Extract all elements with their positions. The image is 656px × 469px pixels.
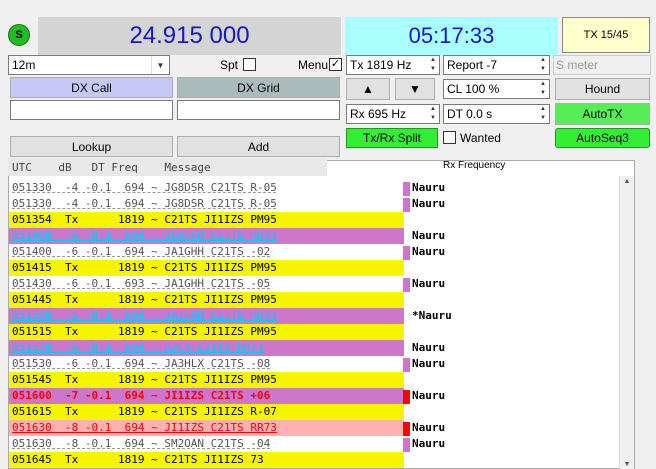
rx-marker-bar (403, 390, 410, 404)
rx-frequency-row: *Nauru (403, 308, 452, 324)
decode-row[interactable]: 051330 -4 -0.1 694 ~ JG8DSR C21TS R-05 (9, 196, 404, 212)
decode-row[interactable]: 051530 -6 -0.1 694 ~ R3CR C21TS RR73 (9, 340, 404, 356)
rx-frequency-row: Nauru (403, 340, 445, 356)
rx-marker-bar (403, 246, 410, 260)
rx-frequency-row: Nauru (403, 180, 445, 196)
spin-arrows-icon[interactable]: ▲ ▼ (427, 56, 439, 74)
decode-row[interactable]: 051600 -7 -0.1 694 ~ JI1IZS C21TS +06 (9, 388, 404, 404)
wanted-label: Wanted (460, 131, 501, 145)
hound-button[interactable]: Hound (555, 78, 650, 100)
cl-spinbox[interactable]: CL 100 % ▲ ▼ (443, 79, 550, 99)
dx-call-input[interactable] (10, 100, 173, 120)
dt-value: DT 0.0 s (447, 107, 493, 121)
rx-marker-bar (403, 422, 410, 436)
dial-frequency-display: 24.915 000 (38, 17, 341, 55)
entity-label: Nauru (412, 245, 446, 258)
scrollbar[interactable]: ▲ ▼ (619, 176, 634, 469)
rx-marker-bar (403, 278, 410, 292)
wanted-checkbox[interactable] (443, 131, 456, 144)
entity-label: Nauru (412, 197, 446, 210)
up-arrow-icon: ▲ (362, 82, 374, 96)
decode-row[interactable]: 051430 -6 -0.1 693 ~ JA1GHH C21TS -05 (9, 276, 404, 292)
dx-grid-label: DX Grid (177, 77, 340, 98)
down-arrow-icon: ▼ (409, 82, 421, 96)
decode-row[interactable]: 051330 -4 -0.1 694 ~ JG8DSR C21TS R-05 (9, 180, 404, 196)
menu-label: Menu (298, 58, 329, 72)
entity-label: Nauru (412, 277, 446, 290)
decode-row[interactable]: 051530 -6 -0.1 694 ~ JA3HLX C21TS -08 (9, 356, 404, 372)
cl-value: CL 100 % (447, 82, 500, 96)
rx-frequency-value: Rx 695 Hz (350, 107, 407, 121)
rx-frequency-header: Rx Frequency (443, 160, 506, 171)
autotx-button[interactable]: AutoTX (555, 103, 650, 125)
report-value: Report -7 (447, 58, 498, 72)
dt-spinbox[interactable]: DT 0.0 s ▲ ▼ (443, 104, 550, 124)
entity-label: Nauru (412, 437, 446, 450)
decode-row[interactable]: 051500 -5 -0.1 694 ~ JA1GHH C21TS RR73 (9, 308, 404, 324)
s-meter: S meter (553, 55, 651, 75)
rx-frequency-row: Nauru (403, 228, 445, 244)
rx-marker-bar (403, 438, 410, 452)
decode-row[interactable]: 051630 -8 -0.1 694 ~ JI1IZS C21TS RR73 (9, 420, 404, 436)
rx-frequency-row: Nauru (403, 436, 445, 452)
decode-row[interactable]: 051615 Tx 1819 ~ C21TS JI1IZS R-07 (9, 404, 404, 420)
rx-frequency-row: Nauru (403, 356, 445, 372)
entity-label: Nauru (412, 357, 446, 370)
entity-label: Nauru (412, 421, 446, 434)
band-select[interactable]: 12m ▼ (8, 55, 170, 75)
scroll-up-icon[interactable]: ▲ (620, 178, 634, 185)
lookup-button[interactable]: Lookup (10, 136, 173, 157)
tx-frequency-value: Tx 1819 Hz (350, 58, 412, 72)
tx-rx-split-button[interactable]: Tx/Rx Split (346, 128, 438, 148)
entity-label: Nauru (412, 341, 446, 354)
decode-row[interactable]: 051400 -6 -0.1 694 ~ JA1GHH C21TS -02 (9, 244, 404, 260)
spin-arrows-icon[interactable]: ▲ ▼ (537, 105, 549, 123)
entity-label: Nauru (412, 229, 446, 242)
spin-arrows-icon[interactable]: ▲ ▼ (537, 80, 549, 98)
decode-rows: 051330 -4 -0.1 694 ~ JG8DSR C21TS R-05 Na… (9, 180, 619, 469)
autoseq-button[interactable]: AutoSeq3 (555, 128, 650, 148)
decode-header: UTC dB DT Freq Message (8, 158, 327, 176)
rx-marker-bar (403, 198, 410, 212)
entity-label: *Nauru (412, 309, 452, 322)
tx-frequency-spinbox[interactable]: Tx 1819 Hz ▲ ▼ (346, 55, 440, 75)
spin-arrows-icon[interactable]: ▲ ▼ (427, 105, 439, 123)
band-value: 12m (12, 58, 36, 72)
rx-frequency-row: Nauru (403, 196, 445, 212)
menu-checkbox[interactable]: ✓ (329, 58, 342, 71)
decode-row[interactable]: 051645 Tx 1819 ~ C21TS JI1IZS 73 (9, 452, 404, 468)
dx-grid-input[interactable] (177, 100, 340, 120)
entity-label: Nauru (412, 181, 446, 194)
report-spinbox[interactable]: Report -7 ▲ ▼ (443, 55, 550, 75)
chevron-down-icon[interactable]: ▼ (151, 56, 169, 74)
decode-row[interactable]: 051400 -6 -0.1 694 ~ JG8DSR C21TS RR73 (9, 228, 404, 244)
rx-frequency-row: Nauru (403, 388, 445, 404)
down-arrow-button[interactable]: ▼ (395, 78, 435, 100)
rx-marker-bar (403, 182, 410, 196)
rx-marker-bar (403, 358, 410, 372)
dx-call-label: DX Call (10, 77, 173, 98)
up-arrow-button[interactable]: ▲ (346, 78, 390, 100)
add-button[interactable]: Add (177, 136, 340, 157)
entity-label: Nauru (412, 389, 446, 402)
spot-label: Spt (220, 58, 239, 72)
status-indicator: S (8, 24, 30, 46)
spin-arrows-icon[interactable]: ▲ ▼ (537, 56, 549, 74)
decode-row[interactable]: 051545 Tx 1819 ~ C21TS JI1IZS PM95 (9, 372, 404, 388)
decode-row[interactable]: 051415 Tx 1819 ~ C21TS JI1IZS PM95 (9, 260, 404, 276)
scroll-down-icon[interactable]: ▼ (620, 461, 634, 468)
rx-frequency-spinbox[interactable]: Rx 695 Hz ▲ ▼ (346, 104, 440, 124)
rx-frequency-row: Nauru (403, 244, 445, 260)
tx-period-button[interactable]: TX 15/45 (562, 17, 650, 53)
decode-row[interactable]: 051445 Tx 1819 ~ C21TS JI1IZS PM95 (9, 292, 404, 308)
rx-frequency-row: Nauru (403, 276, 445, 292)
spot-checkbox[interactable] (243, 58, 256, 71)
decode-row[interactable]: 051630 -8 -0.1 694 ~ SM2OAN C21TS -04 (9, 436, 404, 452)
decode-row[interactable]: 051354 Tx 1819 ~ C21TS JI1IZS PM95 (9, 212, 404, 228)
decode-row[interactable]: 051515 Tx 1819 ~ C21TS JI1IZS PM95 (9, 324, 404, 340)
rx-frequency-row: Nauru (403, 420, 445, 436)
utc-clock: 05:17:33 (345, 17, 558, 55)
